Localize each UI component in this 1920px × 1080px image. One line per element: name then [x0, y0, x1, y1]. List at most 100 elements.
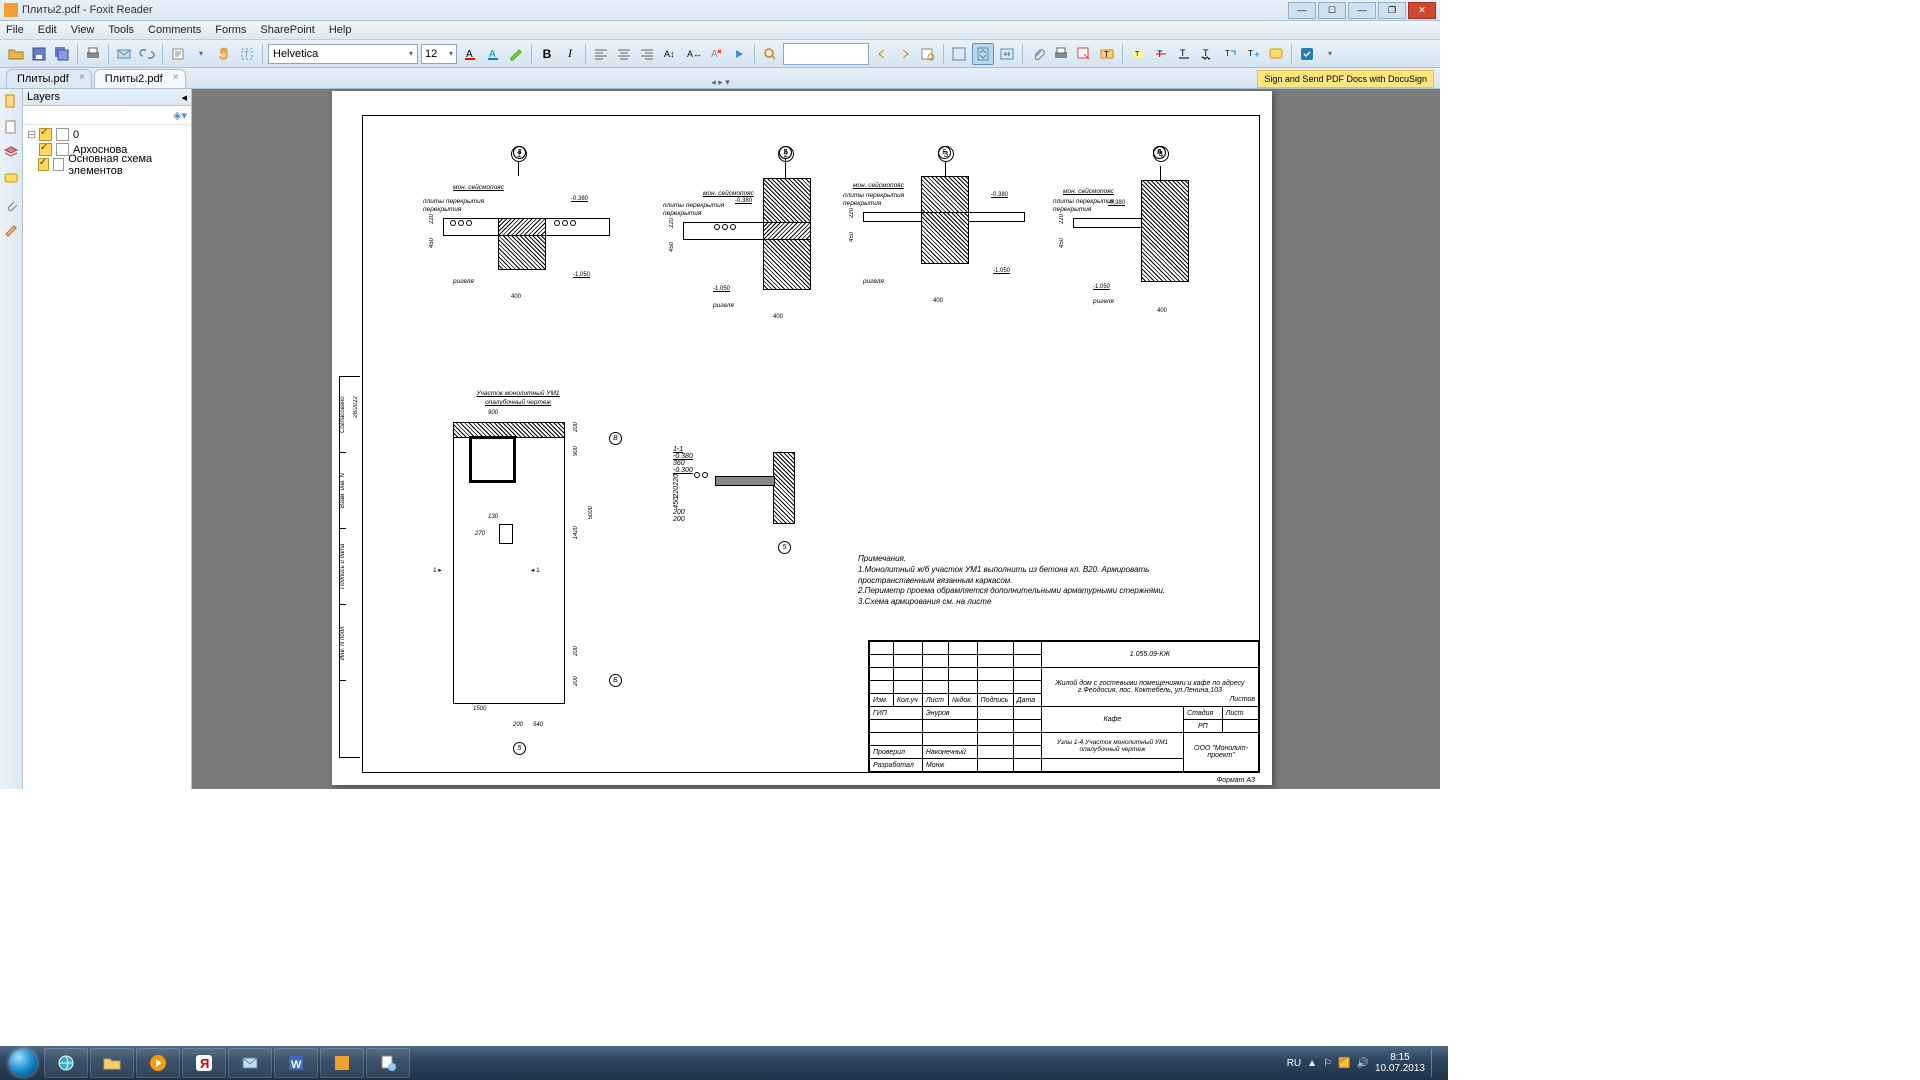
taskbar-wmp-icon[interactable]: [136, 1048, 180, 1078]
docusign-drop-icon[interactable]: ▾: [1320, 44, 1340, 64]
email-icon[interactable]: [114, 44, 134, 64]
replace-text-icon[interactable]: T: [1220, 44, 1240, 64]
menu-help[interactable]: Help: [329, 24, 352, 36]
highlight-text-icon[interactable]: T: [1128, 44, 1148, 64]
show-desktop-button[interactable]: [1431, 1049, 1440, 1077]
tab-0[interactable]: Плиты.pdf×: [6, 69, 92, 88]
note-icon[interactable]: [1266, 44, 1286, 64]
menu-file[interactable]: File: [6, 24, 24, 36]
layer-checkbox[interactable]: [38, 158, 49, 171]
taskbar-mail-icon[interactable]: [228, 1048, 272, 1078]
bold-icon[interactable]: B: [537, 44, 557, 64]
typewriter-icon[interactable]: [168, 44, 188, 64]
fit-width-icon[interactable]: [997, 44, 1017, 64]
minimize-button[interactable]: —: [1288, 2, 1316, 19]
print-icon[interactable]: [83, 44, 103, 64]
font-select[interactable]: Helvetica▾: [268, 44, 418, 64]
layer-item[interactable]: Основная схема элементов: [27, 157, 187, 172]
layer-checkbox[interactable]: [39, 143, 52, 156]
find-icon[interactable]: [760, 44, 780, 64]
menu-forms[interactable]: Forms: [215, 24, 246, 36]
tray-lang[interactable]: RU: [1287, 1058, 1301, 1069]
fontsize-value: 12: [425, 48, 437, 60]
typewriter-drop-icon[interactable]: ▾: [191, 44, 211, 64]
dim: 200: [513, 722, 523, 728]
system-tray[interactable]: RU ▲ ⚐ 📶 🔊 8:15 10.07.2013: [1287, 1049, 1444, 1077]
search-input[interactable]: [783, 43, 869, 65]
tray-flag-icon[interactable]: ⚐: [1323, 1058, 1332, 1069]
align-right-icon[interactable]: [637, 44, 657, 64]
select-icon[interactable]: T: [237, 44, 257, 64]
char-spacing-icon[interactable]: A↔: [683, 44, 703, 64]
tab-close-icon[interactable]: ×: [77, 73, 87, 83]
signatures-icon[interactable]: [3, 223, 19, 239]
axis-circle: В: [609, 432, 622, 445]
menu-comments[interactable]: Comments: [148, 24, 201, 36]
menubar: File Edit View Tools Comments Forms Shar…: [0, 21, 1440, 40]
fontsize-select[interactable]: 12▾: [421, 44, 457, 64]
docusign-icon[interactable]: [1297, 44, 1317, 64]
fit-page-icon[interactable]: [972, 43, 994, 65]
dim: 540: [533, 722, 543, 728]
taskbar-paint-icon[interactable]: [366, 1048, 410, 1078]
taskbar-word-icon[interactable]: W: [274, 1048, 318, 1078]
layers-icon[interactable]: [3, 145, 19, 161]
bookmarks-icon[interactable]: [3, 93, 19, 109]
layer-checkbox[interactable]: [39, 128, 52, 141]
maximize-button[interactable]: ☐: [1318, 2, 1346, 19]
tab-close-icon[interactable]: ×: [171, 73, 181, 83]
tray-volume-icon[interactable]: 🔊: [1356, 1058, 1368, 1069]
highlight-icon[interactable]: A: [483, 44, 503, 64]
link-icon[interactable]: [137, 44, 157, 64]
align-center-icon[interactable]: [614, 44, 634, 64]
open-icon[interactable]: [6, 44, 26, 64]
save-icon[interactable]: [29, 44, 49, 64]
menu-edit[interactable]: Edit: [38, 24, 57, 36]
remove-format-icon[interactable]: A: [706, 44, 726, 64]
comments-icon[interactable]: [3, 171, 19, 187]
italic-icon[interactable]: I: [560, 44, 580, 64]
document-area[interactable]: Согласовано Взам. инв. N Подпись и дата …: [192, 89, 1440, 789]
taskbar-yandex-icon[interactable]: Я: [182, 1048, 226, 1078]
edit-text-icon[interactable]: [506, 44, 526, 64]
fontcolor-icon[interactable]: A: [460, 44, 480, 64]
squiggly-icon[interactable]: T: [1197, 44, 1217, 64]
find-next-icon[interactable]: [895, 44, 915, 64]
insert-text-icon[interactable]: T+: [1243, 44, 1263, 64]
print2-icon[interactable]: [1051, 44, 1071, 64]
tray-network-icon[interactable]: 📶: [1338, 1058, 1350, 1069]
menu-tools[interactable]: Tools: [108, 24, 134, 36]
restore-button[interactable]: ❐: [1378, 2, 1406, 19]
advanced-search-icon[interactable]: [918, 44, 938, 64]
taskbar-explorer-icon[interactable]: [90, 1048, 134, 1078]
attach-icon[interactable]: [1028, 44, 1048, 64]
start-button[interactable]: [4, 1048, 42, 1078]
strikeout-icon[interactable]: T: [1151, 44, 1171, 64]
tab-1[interactable]: Плиты2.pdf×: [94, 69, 186, 88]
spacing-icon[interactable]: A↕: [660, 44, 680, 64]
taskbar-ie-icon[interactable]: [44, 1048, 88, 1078]
menu-view[interactable]: View: [71, 24, 95, 36]
close-button[interactable]: ✕: [1408, 2, 1436, 19]
layers-options-icon[interactable]: ◈▾: [173, 109, 187, 122]
layer-item[interactable]: ⊟0: [27, 127, 187, 142]
taskbar-foxit-icon[interactable]: [320, 1048, 364, 1078]
actual-size-icon[interactable]: [949, 44, 969, 64]
axis-circle: Б: [938, 146, 951, 159]
play-icon[interactable]: [729, 44, 749, 64]
find-prev-icon[interactable]: [872, 44, 892, 64]
layers-collapse-icon[interactable]: ◂: [181, 91, 187, 104]
text-box-icon[interactable]: T: [1097, 44, 1117, 64]
hand-icon[interactable]: [214, 44, 234, 64]
minimize2-button[interactable]: —: [1348, 2, 1376, 19]
underline-icon[interactable]: T: [1174, 44, 1194, 64]
pages-icon[interactable]: [3, 119, 19, 135]
save-all-icon[interactable]: [52, 44, 72, 64]
attachments-icon[interactable]: [3, 197, 19, 213]
menu-sharepoint[interactable]: SharePoint: [260, 24, 314, 36]
tray-clock[interactable]: 8:15 10.07.2013: [1375, 1052, 1425, 1074]
note-edit-icon[interactable]: [1074, 44, 1094, 64]
promo-banner[interactable]: Sign and Send PDF Docs with DocuSign: [1257, 70, 1434, 88]
align-left-icon[interactable]: [591, 44, 611, 64]
tray-up-icon[interactable]: ▲: [1307, 1058, 1317, 1069]
